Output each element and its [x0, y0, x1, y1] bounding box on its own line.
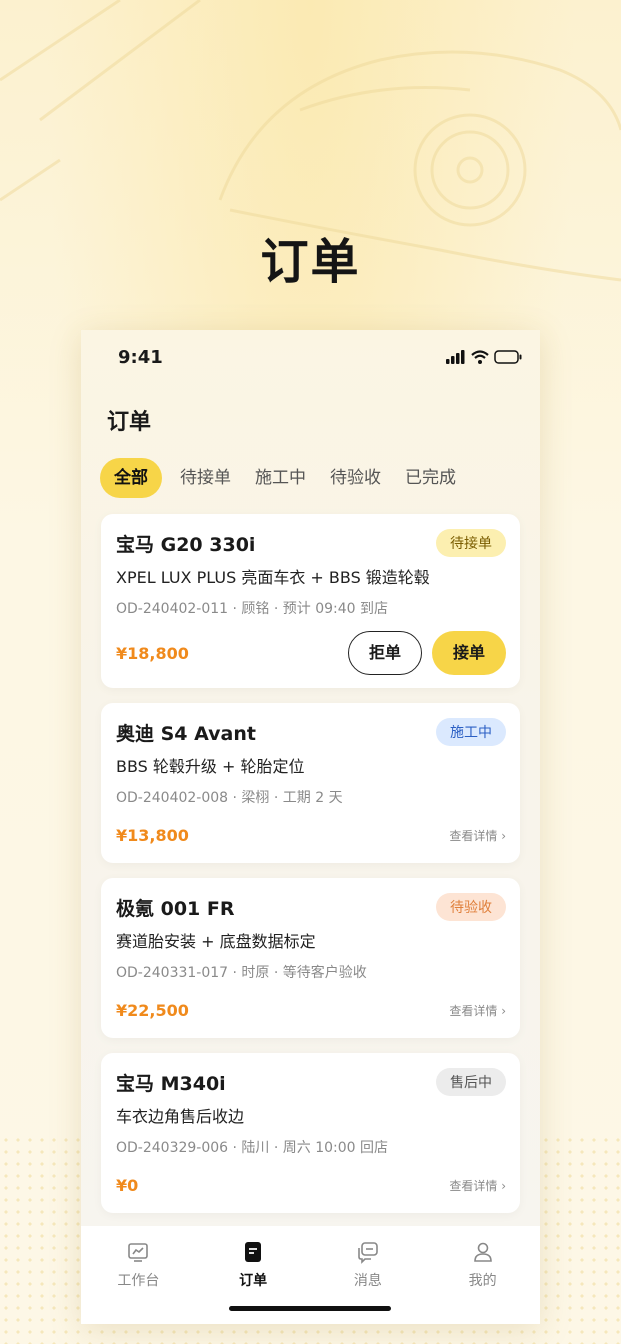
- order-service: 车衣边角售后收边: [116, 1107, 245, 1126]
- order-car: 极氪 001 FR: [116, 897, 235, 920]
- order-price: ¥18,800: [116, 643, 189, 663]
- tabbar-profile[interactable]: 我的: [425, 1226, 540, 1324]
- order-car: 奥迪 S4 Avant: [116, 722, 256, 745]
- status-bar: 9:41: [81, 330, 540, 386]
- order-icon: [245, 1242, 262, 1262]
- accept-button[interactable]: 接单: [432, 631, 506, 675]
- order-price: ¥13,800: [116, 825, 189, 845]
- tab-all[interactable]: 全部: [100, 458, 162, 498]
- tabbar-label: 我的: [468, 1273, 497, 1289]
- order-card[interactable]: 奥迪 S4 Avant 施工中 BBS 轮毂升级 + 轮胎定位 OD-24040…: [101, 703, 520, 863]
- view-details-link[interactable]: 查看详情 ›: [449, 827, 506, 844]
- order-meta: OD-240329-006 · 陆川 · 周六 10:00 回店: [116, 1140, 389, 1156]
- order-list: 宝马 G20 330i 待接单 XPEL LUX PLUS 亮面车衣 + BBS…: [101, 514, 520, 1228]
- status-icons: [446, 350, 522, 364]
- order-price: ¥22,500: [116, 1000, 189, 1020]
- order-meta: OD-240402-011 · 顾铭 · 预计 09:40 到店: [116, 601, 389, 617]
- reject-button[interactable]: 拒单: [348, 631, 422, 675]
- order-card[interactable]: 宝马 G20 330i 待接单 XPEL LUX PLUS 亮面车衣 + BBS…: [101, 514, 520, 688]
- order-service: 赛道胎安装 + 底盘数据标定: [116, 932, 316, 951]
- tabbar-label: 订单: [239, 1273, 268, 1289]
- order-meta: OD-240402-008 · 梁栩 · 工期 2 天: [116, 790, 343, 806]
- chart-icon: [128, 1243, 149, 1262]
- page-title: 订单: [107, 410, 152, 435]
- battery-icon: [494, 350, 522, 364]
- tab-pending[interactable]: 待接单: [174, 458, 237, 498]
- tabbar-workbench[interactable]: 工作台: [81, 1226, 196, 1324]
- signal-icon: [446, 350, 465, 364]
- view-details-link[interactable]: 查看详情 ›: [449, 1002, 506, 1019]
- status-tabs: 全部 待接单 施工中 待验收 已完成: [100, 458, 462, 498]
- order-car: 宝马 M340i: [116, 1072, 226, 1095]
- order-car: 宝马 G20 330i: [116, 533, 256, 556]
- tabbar-label: 消息: [353, 1273, 382, 1289]
- order-service: BBS 轮毂升级 + 轮胎定位: [116, 757, 305, 776]
- hero-title: 订单: [260, 234, 361, 290]
- user-icon: [473, 1242, 492, 1262]
- order-price: ¥0: [116, 1175, 139, 1195]
- tabbar-label: 工作台: [117, 1273, 160, 1289]
- message-icon: [358, 1242, 378, 1264]
- wifi-icon: [471, 350, 489, 364]
- home-indicator: [229, 1306, 391, 1311]
- order-meta: OD-240331-017 · 时原 · 等待客户验收: [116, 965, 367, 981]
- status-badge: 待接单: [436, 529, 506, 557]
- order-service: XPEL LUX PLUS 亮面车衣 + BBS 锻造轮毂: [116, 568, 430, 587]
- order-card[interactable]: 极氪 001 FR 待验收 赛道胎安装 + 底盘数据标定 OD-240331-0…: [101, 878, 520, 1038]
- status-badge: 售后中: [436, 1068, 506, 1096]
- status-badge: 待验收: [436, 893, 506, 921]
- tab-in-progress[interactable]: 施工中: [249, 458, 312, 498]
- view-details-link[interactable]: 查看详情 ›: [449, 1177, 506, 1194]
- status-badge: 施工中: [436, 718, 506, 746]
- status-time: 9:41: [118, 347, 163, 368]
- tab-awaiting-check[interactable]: 待验收: [324, 458, 387, 498]
- phone-frame: 9:41 订单 全部 待接单 施工中 待验收 已完成 宝马 G20 330i 待…: [81, 330, 540, 1324]
- tab-completed[interactable]: 已完成: [399, 458, 462, 498]
- order-card[interactable]: 宝马 M340i 售后中 车衣边角售后收边 OD-240329-006 · 陆川…: [101, 1053, 520, 1213]
